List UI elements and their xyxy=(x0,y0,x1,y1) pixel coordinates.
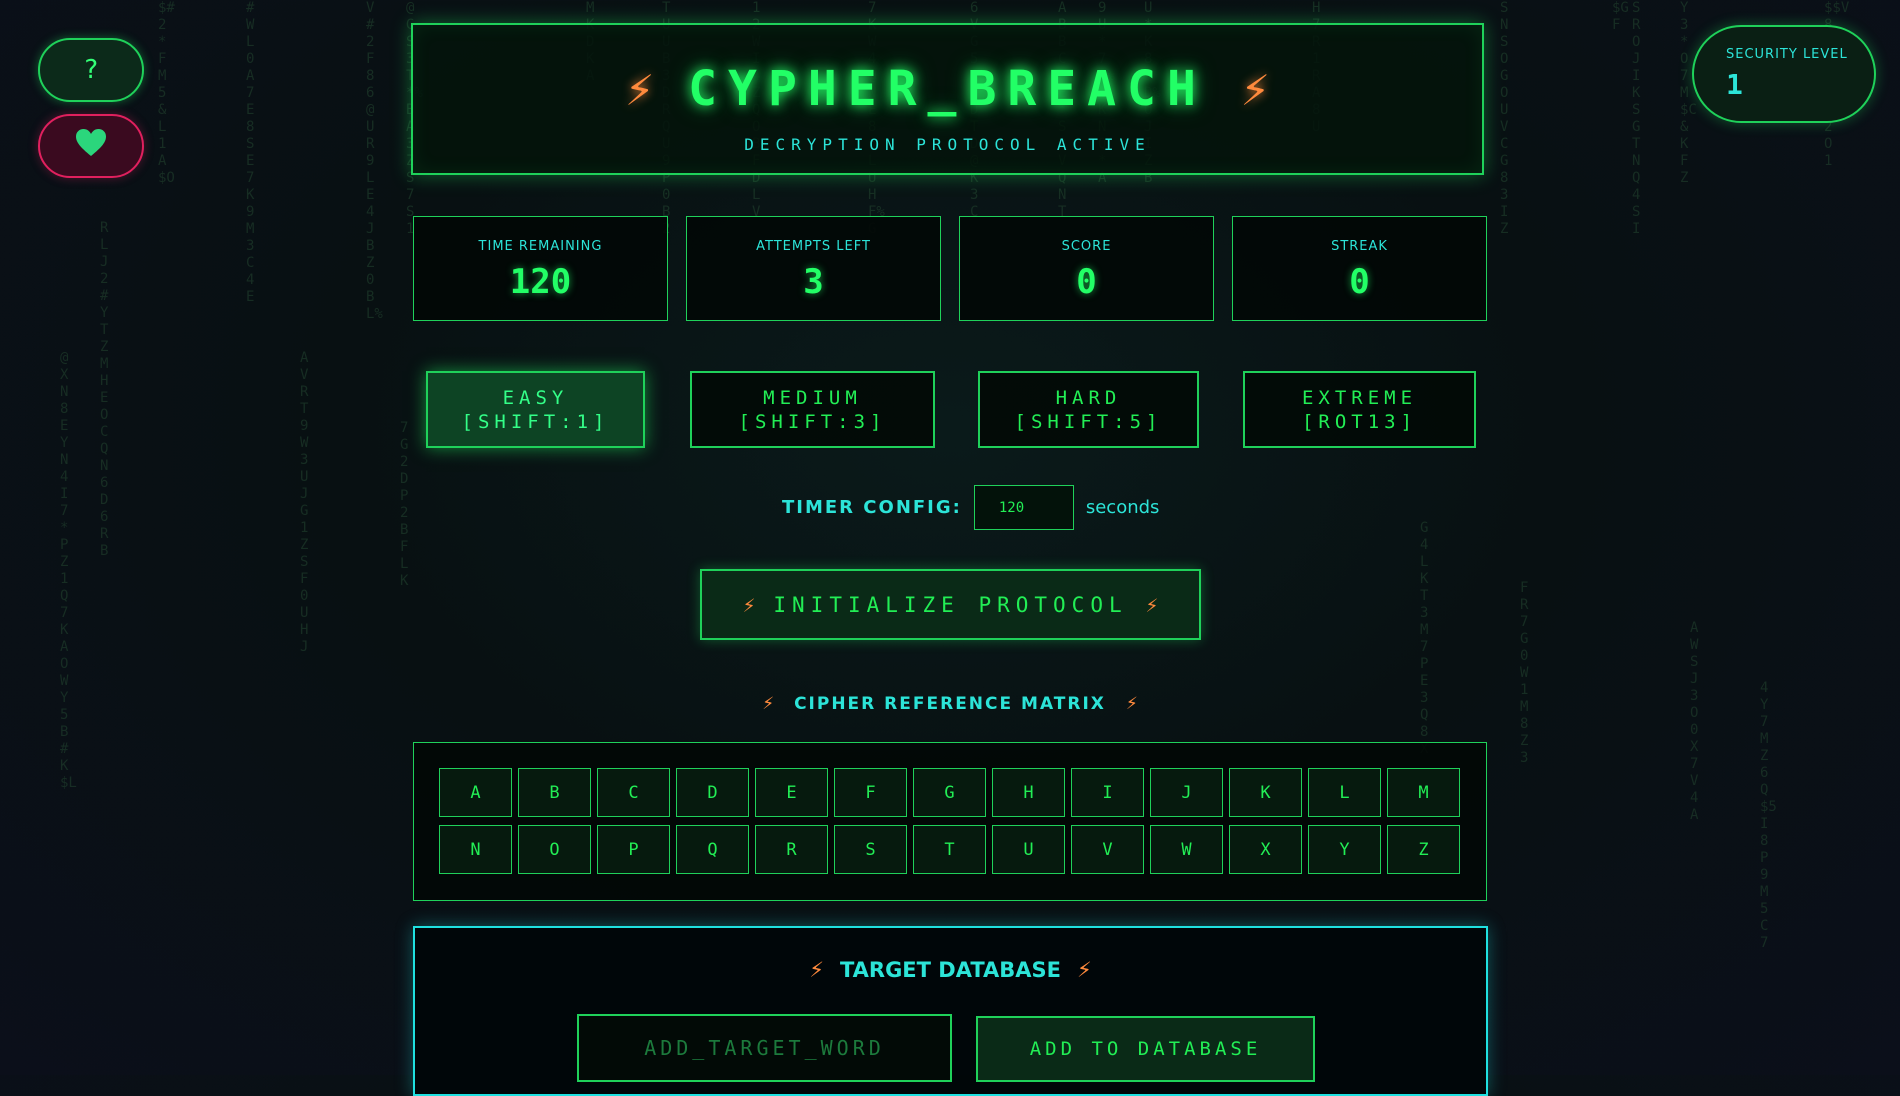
cipher-key[interactable]: Z xyxy=(1387,825,1460,874)
cipher-key[interactable]: W xyxy=(1150,825,1223,874)
cipher-key[interactable]: J xyxy=(1150,768,1223,817)
stat-time-remaining: TIME REMAINING 120 xyxy=(413,216,668,321)
help-label: ? xyxy=(83,55,99,85)
stat-label: STREAK xyxy=(1331,239,1388,254)
game-title: ⚡ CYPHER_BREACH ⚡ xyxy=(413,61,1482,117)
heart-icon xyxy=(76,128,106,164)
cipher-key[interactable]: D xyxy=(676,768,749,817)
cipher-key[interactable]: U xyxy=(992,825,1065,874)
target-word-input[interactable] xyxy=(577,1014,952,1082)
game-title-text: CYPHER_BREACH xyxy=(688,61,1207,117)
cipher-key[interactable]: N xyxy=(439,825,512,874)
cipher-key[interactable]: E xyxy=(755,768,828,817)
cipher-key[interactable]: A xyxy=(439,768,512,817)
initialize-protocol-label: INITIALIZE PROTOCOL xyxy=(773,592,1128,617)
cipher-key[interactable]: G xyxy=(913,768,986,817)
cipher-key[interactable]: S xyxy=(834,825,907,874)
cipher-key[interactable]: R xyxy=(755,825,828,874)
cipher-key[interactable]: V xyxy=(1071,825,1144,874)
cipher-key[interactable]: X xyxy=(1229,825,1302,874)
cipher-reference-matrix: ABCDEFGHIJKLM NOPQRSTUVWXYZ xyxy=(413,742,1487,901)
stat-score: SCORE 0 xyxy=(959,216,1214,321)
cipher-key[interactable]: P xyxy=(597,825,670,874)
game-header: ⚡ CYPHER_BREACH ⚡ DECRYPTION PROTOCOL ACTI… xyxy=(411,23,1484,175)
cipher-key[interactable]: O xyxy=(518,825,591,874)
stat-streak: STREAK 0 xyxy=(1232,216,1487,321)
game-subtitle: DECRYPTION PROTOCOL ACTIVE xyxy=(744,135,1151,154)
difficulty-name: EASY xyxy=(502,386,569,409)
cipher-key[interactable]: B xyxy=(518,768,591,817)
initialize-protocol-button[interactable]: ⚡ INITIALIZE PROTOCOL ⚡ xyxy=(700,569,1201,640)
favorite-button[interactable] xyxy=(38,114,144,178)
cipher-key[interactable]: F xyxy=(834,768,907,817)
target-database-title: TARGET DATABASE xyxy=(839,958,1062,982)
stat-label: TIME REMAINING xyxy=(478,239,603,254)
difficulty-name: EXTREME xyxy=(1301,386,1418,409)
cipher-matrix-title: CIPHER REFERENCE MATRIX xyxy=(794,694,1106,714)
security-level-label: SECURITY LEVEL xyxy=(1726,47,1848,62)
difficulty-shift: [SHIFT:1] xyxy=(461,410,610,433)
cipher-key[interactable]: C xyxy=(597,768,670,817)
cipher-key[interactable]: I xyxy=(1071,768,1144,817)
cipher-matrix-heading: ⚡ CIPHER REFERENCE MATRIX ⚡ xyxy=(0,694,1900,714)
cipher-key[interactable]: Q xyxy=(676,825,749,874)
help-button[interactable]: ? xyxy=(38,38,144,102)
bolt-icon: ⚡ xyxy=(625,61,655,117)
security-level-value: 1 xyxy=(1726,68,1743,101)
cipher-key[interactable]: L xyxy=(1308,768,1381,817)
difficulty-shift: [SHIFT:3] xyxy=(738,410,887,433)
stat-value: 3 xyxy=(803,262,824,302)
difficulty-name: MEDIUM xyxy=(763,386,862,409)
difficulty-hard-button[interactable]: HARD [SHIFT:5] xyxy=(978,371,1199,448)
cipher-key[interactable]: T xyxy=(913,825,986,874)
stat-attempts-left: ATTEMPTS LEFT 3 xyxy=(686,216,941,321)
stat-label: ATTEMPTS LEFT xyxy=(756,239,871,254)
difficulty-shift: [SHIFT:5] xyxy=(1014,410,1163,433)
target-database-panel: ⚡ TARGET DATABASE ⚡ ADD TO DATABASE xyxy=(413,926,1488,1096)
timer-config-label: TIMER CONFIG: xyxy=(782,497,962,518)
difficulty-medium-button[interactable]: MEDIUM [SHIFT:3] xyxy=(690,371,935,448)
add-to-database-button[interactable]: ADD TO DATABASE xyxy=(976,1016,1315,1082)
bolt-icon: ⚡ xyxy=(809,958,824,982)
timer-seconds-input[interactable] xyxy=(973,485,1074,530)
timer-unit-label: seconds xyxy=(1085,497,1160,518)
difficulty-shift: [ROT13] xyxy=(1301,410,1418,433)
stat-label: SCORE xyxy=(1061,239,1112,254)
timer-config-row: TIMER CONFIG: seconds xyxy=(782,485,1159,530)
bolt-icon: ⚡ xyxy=(1240,61,1270,117)
difficulty-easy-button[interactable]: EASY [SHIFT:1] xyxy=(426,371,645,448)
stat-value: 120 xyxy=(509,262,572,302)
cipher-key[interactable]: Y xyxy=(1308,825,1381,874)
cipher-key[interactable]: M xyxy=(1387,768,1460,817)
difficulty-name: HARD xyxy=(1055,386,1122,409)
security-level-badge: SECURITY LEVEL 1 xyxy=(1692,25,1876,123)
difficulty-extreme-button[interactable]: EXTREME [ROT13] xyxy=(1243,371,1476,448)
stat-value: 0 xyxy=(1076,262,1097,302)
bolt-icon: ⚡ xyxy=(742,592,756,617)
bolt-icon: ⚡ xyxy=(1145,592,1159,617)
stat-value: 0 xyxy=(1349,262,1370,302)
target-database-heading: ⚡ TARGET DATABASE ⚡ xyxy=(415,958,1486,982)
bolt-icon: ⚡ xyxy=(762,694,775,714)
bolt-icon: ⚡ xyxy=(1077,958,1092,982)
cipher-key[interactable]: K xyxy=(1229,768,1302,817)
cipher-key[interactable]: H xyxy=(992,768,1065,817)
bolt-icon: ⚡ xyxy=(1125,694,1138,714)
